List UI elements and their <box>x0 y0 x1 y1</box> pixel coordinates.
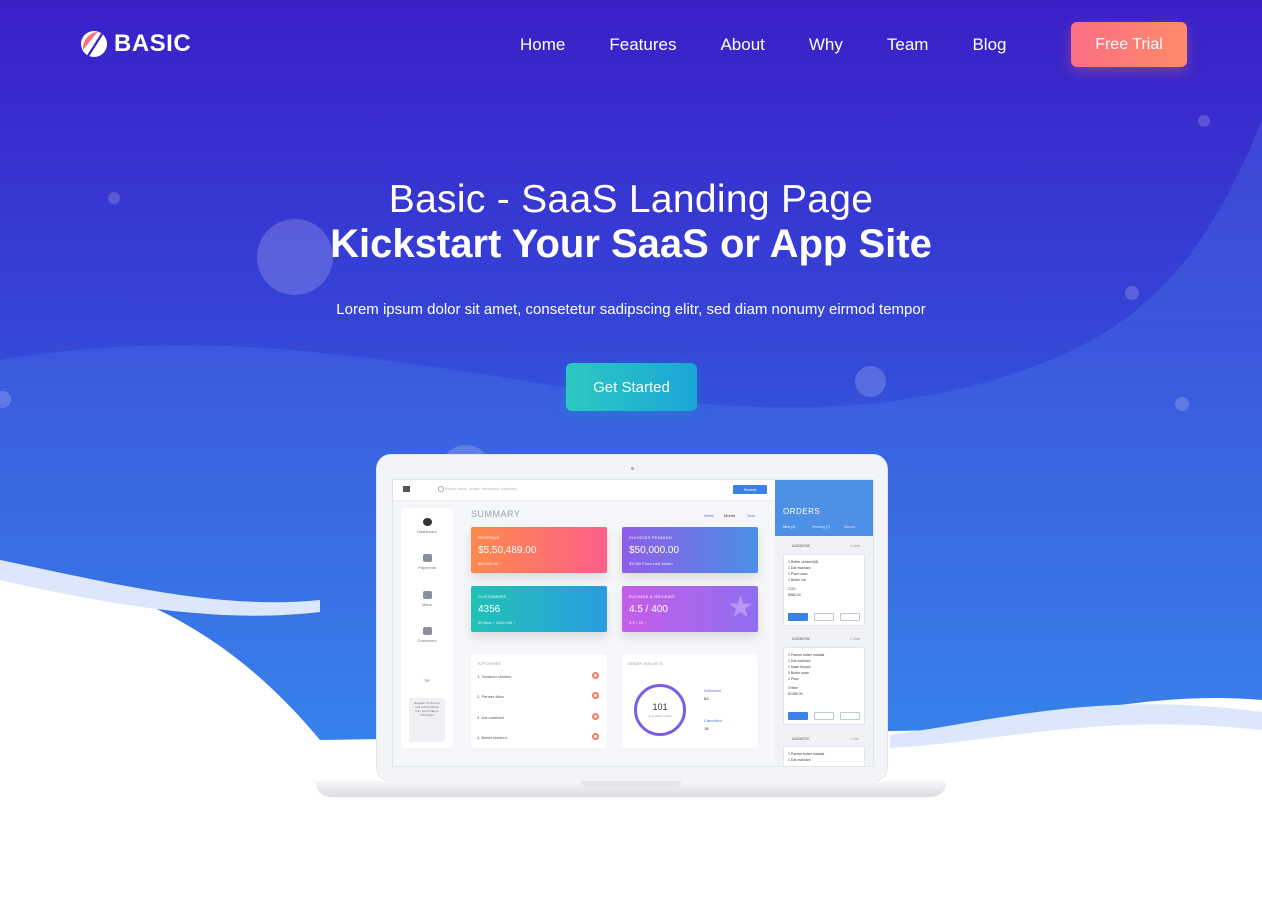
laptop-notch <box>581 781 681 787</box>
order-actions <box>788 712 860 720</box>
nav-blog[interactable]: Blog <box>950 34 1028 56</box>
sidebar-item-customers: Customers <box>401 627 453 643</box>
sidebar-item-dashboard: Dashboard <box>401 518 453 534</box>
summary-title: SUMMARY <box>471 509 521 519</box>
customers-card: CUSTOMERS 4356 50 New ↑ 1000 Old ↑ <box>471 586 607 632</box>
tip-text: Register for Brunch and selling dishes f… <box>414 701 440 717</box>
cancelled-value: 18 <box>704 726 709 731</box>
order-actions <box>788 613 860 621</box>
main-nav: Home Features About Why Team Blog <box>498 34 1029 56</box>
order-card: 1 Butter chicken(M) 1 Dal makhani 1 Plai… <box>783 554 865 626</box>
revenue-card: REVENUE $5,50,489.00 $80,000.00 ↑ <box>471 527 607 573</box>
dashboard-screenshot: Search orders, drivers, restaurants, cus… <box>392 479 874 767</box>
dashboard-topbar: Search orders, drivers, restaurants, cus… <box>393 480 775 501</box>
brand-logo[interactable]: BASIC <box>80 30 191 58</box>
period-month: Month <box>724 513 736 518</box>
call-icon <box>840 712 860 720</box>
invoices-card: INVOICES PENDING $50,000.00 $3,000 From … <box>622 527 758 573</box>
period-year: Year <box>747 513 756 518</box>
dish-row: 3. Dal makhani <box>477 715 504 720</box>
orders-tab-served: Served <box>844 525 856 529</box>
nav-features[interactable]: Features <box>587 34 698 56</box>
menu-icon <box>403 486 410 492</box>
site-header: BASIC Home Features About Why Team Blog … <box>0 0 1262 90</box>
dish-row: 4. Butter chicken <box>477 735 507 740</box>
dish-icon <box>592 692 599 699</box>
orders-panel: ORDERS New (3) Pending (7) Served #10284… <box>775 480 873 766</box>
order-insights-panel: ORDER INSIGHTS 101 Avg. Daily Orders Del… <box>622 654 758 748</box>
dish-row: 2. Paneer tikka <box>477 694 504 699</box>
brand-name: BASIC <box>114 30 192 57</box>
accept-icon <box>788 712 808 720</box>
order-time: 1 min <box>850 737 859 741</box>
dish-icon <box>592 733 599 740</box>
ratings-card: RATINGS & REVIEWS 4.5 / 400 3.9 ↑ 22 ↑ ★ <box>622 586 758 632</box>
delivered-value: 83 <box>704 696 709 701</box>
order-id: #10284786 <box>792 544 810 548</box>
decor-bubble <box>855 366 886 397</box>
decor-bubble <box>1175 397 1189 411</box>
hero-subtitle: Lorem ipsum dolor sit amet, consetetur s… <box>336 301 926 318</box>
customers-icon <box>422 627 432 635</box>
tip-box: Register for Brunch and selling dishes f… <box>409 698 445 742</box>
delivered-label: Delivered <box>704 688 721 693</box>
reject-icon <box>814 712 834 720</box>
order-card: 2 Paneer butter masala 1 Dal makhani 1 N… <box>783 647 865 725</box>
order-time: 2 mins <box>850 637 861 641</box>
star-icon: ★ <box>727 591 754 624</box>
accept-icon <box>788 613 808 621</box>
get-started-button[interactable]: Get Started <box>566 363 697 411</box>
orders-tab-pending: Pending (7) <box>812 525 831 529</box>
order-id: #10284787 <box>792 737 810 741</box>
orders-header: ORDERS New (3) Pending (7) Served <box>775 480 873 536</box>
hero-headline: Kickstart Your SaaS or App Site <box>330 222 932 266</box>
gauge-label: Avg. Daily Orders <box>648 714 672 718</box>
nav-team[interactable]: Team <box>865 34 951 56</box>
clock-icon <box>422 518 432 526</box>
decor-bubble <box>1125 286 1139 300</box>
order-id: #10284786 <box>792 637 810 641</box>
order-card: 2 Paneer butter masala 1 Dal makhani <box>783 746 865 766</box>
gauge-value: 101 <box>652 702 668 712</box>
dish-icon <box>592 713 599 720</box>
cancelled-label: Cancelled <box>704 718 722 723</box>
decor-bubble <box>1198 115 1210 127</box>
top-dishes-panel: TOP DISHES 1. Tandoori chicken 2. Paneer… <box>471 654 607 748</box>
nav-about[interactable]: About <box>698 34 786 56</box>
sidebar-item-menu: Menu <box>401 591 453 607</box>
laptop-mockup: Search orders, drivers, restaurants, cus… <box>315 455 947 815</box>
dish-icon <box>592 672 599 679</box>
laptop-camera <box>631 467 634 470</box>
nav-why[interactable]: Why <box>787 34 865 56</box>
sidebar-item-payments: Payments <box>401 554 453 570</box>
period-week: Week <box>704 513 715 518</box>
dashboard-sidebar: Dashboard Payments Menu Customers TIP Re… <box>401 508 453 748</box>
search-icon <box>438 486 444 492</box>
wallet-icon <box>422 554 432 562</box>
hero-title: Basic - SaaS Landing Page <box>388 178 874 221</box>
dashboard-search-button: Search <box>733 485 767 494</box>
reject-icon <box>814 613 834 621</box>
orders-title: ORDERS <box>783 507 821 516</box>
dashboard-search-input: Search orders, drivers, restaurants, cus… <box>445 487 517 491</box>
tip-title: TIP <box>423 678 431 683</box>
orders-tab-new: New (3) <box>783 525 796 529</box>
order-time: 4 mins <box>850 544 861 548</box>
leaf-logo-icon <box>81 31 107 57</box>
menu-book-icon <box>422 591 432 599</box>
nav-home[interactable]: Home <box>498 34 587 56</box>
call-icon <box>840 613 860 621</box>
free-trial-button[interactable]: Free Trial <box>1071 22 1187 67</box>
dish-row: 1. Tandoori chicken <box>477 674 512 679</box>
